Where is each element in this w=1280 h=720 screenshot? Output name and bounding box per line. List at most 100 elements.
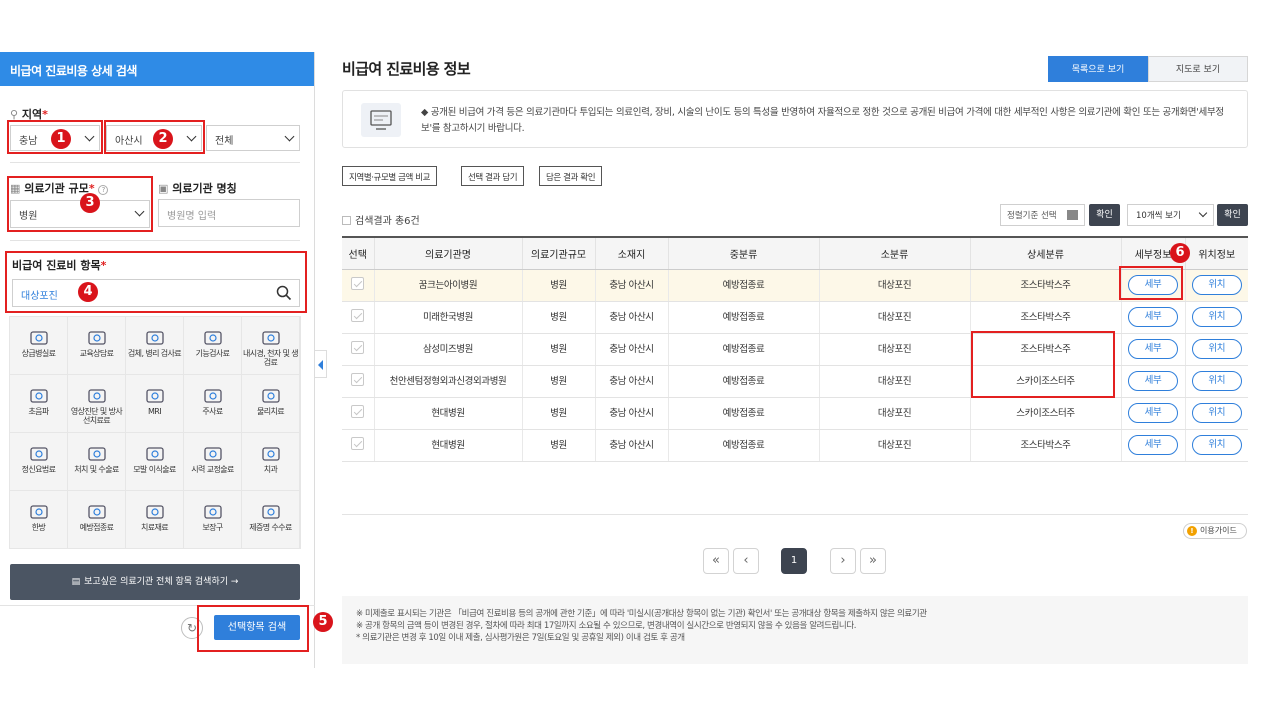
select-cell [342, 333, 374, 366]
vaccine-icon [85, 501, 109, 523]
category-item[interactable]: MRI [126, 375, 183, 432]
bed-icon [27, 327, 51, 349]
list-view-button[interactable]: 목록으로 보기 [1048, 56, 1148, 82]
category-item[interactable]: 내시경, 천자 및 생검료 [242, 317, 299, 374]
save-selection-button[interactable]: 선택 결과 담기 [461, 166, 525, 186]
annotation-badge-3: 3 [80, 193, 100, 213]
location-button[interactable]: 위치 [1191, 339, 1242, 359]
row-checkbox[interactable] [351, 437, 365, 450]
cell-name: 천안센텀정형외과신경외과병원 [373, 365, 522, 398]
footnotes: ※ 미제출로 표시되는 기관은 「비급여 진료비용 등의 공개에 관한 기준」에… [342, 596, 1248, 664]
user-guide-button[interactable]: 이용가이드 [1183, 523, 1247, 539]
collapse-panel-button[interactable] [315, 350, 327, 378]
category-item[interactable]: 한방 [10, 491, 67, 548]
category-grid: 상급병실료 교육상담료 검체, 병리 검사료 기능검사료 내시경, 천자 및 생검료초음… [9, 316, 301, 549]
category-item[interactable]: 시력 교정술료 [184, 433, 241, 490]
view-saved-button[interactable]: 담은 결과 확인 [539, 166, 603, 186]
table-row: 미래한국병원 병원 충남 아산시 예방접종료 대상포진 조스타박스주 세부 위치 [342, 301, 1248, 334]
column-header: 소재지 [594, 236, 668, 270]
notice-text: ◆ 공개된 비급여 가격 등은 의료기관마다 투입되는 의료인력, 장비, 시술… [421, 107, 1224, 134]
annotation-badge-5: 5 [313, 612, 333, 632]
detail-button[interactable]: 세부 [1128, 403, 1178, 423]
chevron-down-icon [1198, 208, 1208, 218]
table-row: 현대병원 병원 충남 아산시 예방접종료 대상포진 조스타박스주 세부 위치 [342, 429, 1248, 462]
category-item[interactable]: 교육상담료 [68, 317, 125, 374]
divider [10, 240, 300, 241]
category-item[interactable]: 초음파 [10, 375, 67, 432]
row-checkbox[interactable] [351, 277, 365, 290]
select-cell [342, 269, 374, 302]
row-checkbox[interactable] [351, 341, 365, 354]
per-page-select[interactable]: 10개씩 보기 [1127, 204, 1214, 226]
column-header: 위치정보 [1184, 236, 1248, 270]
column-header: 소분류 [818, 236, 970, 270]
category-item[interactable]: 검체, 병리 검사료 [126, 317, 183, 374]
sort-confirm-button[interactable]: 확인 [1089, 204, 1120, 226]
sort-select[interactable]: 정렬기준 선택 [1000, 204, 1085, 226]
category-item[interactable]: 물리치료 [242, 375, 299, 432]
location-button[interactable]: 위치 [1191, 403, 1242, 423]
cell-name: 현대병원 [373, 397, 522, 430]
category-item[interactable]: 제증명 수수료 [242, 491, 299, 548]
annotation-badge-4: 4 [78, 282, 98, 302]
row-checkbox[interactable] [351, 309, 365, 322]
category-item[interactable]: 치료재료 [126, 491, 183, 548]
row-checkbox[interactable] [351, 405, 365, 418]
category-item[interactable]: 영상진단 및 방사선치료료 [68, 375, 125, 432]
hospital-icon: ▣ [158, 182, 169, 195]
certificate-icon [259, 501, 283, 523]
category-item[interactable]: 기능검사료 [184, 317, 241, 374]
location-button[interactable]: 위치 [1191, 275, 1242, 295]
dong-select[interactable]: 전체 [206, 125, 300, 151]
cell-mid: 예방접종료 [667, 365, 819, 398]
first-page-button[interactable]: « [703, 548, 729, 574]
notice-box: ◆ 공개된 비급여 가격 등은 의료기관마다 투입되는 의료인력, 장비, 시술… [342, 90, 1248, 148]
compare-by-region-button[interactable]: 지역별·규모별 금액 비교 [342, 166, 438, 186]
current-page[interactable]: 1 [781, 548, 807, 574]
category-item[interactable]: 처치 및 수술료 [68, 433, 125, 490]
function-test-icon [201, 327, 225, 349]
row-checkbox[interactable] [351, 373, 365, 386]
cell-detail: 조스타박스주 [969, 301, 1121, 334]
cell-info: 세부 [1120, 397, 1185, 430]
select-cell [342, 429, 374, 462]
category-item[interactable]: 상급병실료 [10, 317, 67, 374]
cell-loc: 충남 아산시 [594, 333, 668, 366]
detail-button[interactable]: 세부 [1128, 339, 1178, 359]
category-label: 보장구 [202, 523, 223, 532]
location-button[interactable]: 위치 [1191, 435, 1242, 455]
location-button[interactable]: 위치 [1191, 371, 1242, 391]
category-item[interactable]: 정신요법료 [10, 433, 67, 490]
syringe-icon [201, 385, 225, 407]
category-item[interactable]: 치과 [242, 433, 299, 490]
location-button[interactable]: 위치 [1191, 307, 1242, 327]
detail-button[interactable]: 세부 [1128, 371, 1178, 391]
detail-button[interactable]: 세부 [1128, 435, 1178, 455]
per-page-confirm-button[interactable]: 확인 [1217, 204, 1248, 226]
cell-loc: 충남 아산시 [594, 429, 668, 462]
category-item[interactable]: 보장구 [184, 491, 241, 548]
microscope-icon [143, 327, 167, 349]
prev-page-button[interactable]: ‹ [733, 548, 759, 574]
category-item[interactable]: 예방접종료 [68, 491, 125, 548]
map-view-button[interactable]: 지도로 보기 [1148, 56, 1248, 82]
category-item[interactable]: 모발 이식술료 [126, 433, 183, 490]
endoscope-icon [259, 327, 283, 349]
last-page-button[interactable]: » [860, 548, 886, 574]
detail-button[interactable]: 세부 [1128, 307, 1178, 327]
chevron-down-icon [284, 131, 295, 142]
cell-position: 위치 [1184, 301, 1248, 334]
cell-loc: 충남 아산시 [594, 301, 668, 334]
cell-mid: 예방접종료 [667, 397, 819, 430]
cell-loc: 충남 아산시 [594, 269, 668, 302]
cell-position: 위치 [1184, 333, 1248, 366]
psychotherapy-icon [27, 443, 51, 465]
category-label: 모발 이식술료 [133, 465, 176, 474]
hospital-name-input[interactable]: 병원명 입력 [158, 199, 300, 227]
category-item[interactable]: 주사료 [184, 375, 241, 432]
monitor-icon [361, 103, 401, 137]
next-page-button[interactable]: › [830, 548, 856, 574]
list-icon [342, 216, 351, 225]
search-all-items-button[interactable]: ▤ 보고싶은 의료기관 전체 항목 검색하기 → [10, 564, 300, 600]
cell-scale: 병원 [521, 301, 595, 334]
